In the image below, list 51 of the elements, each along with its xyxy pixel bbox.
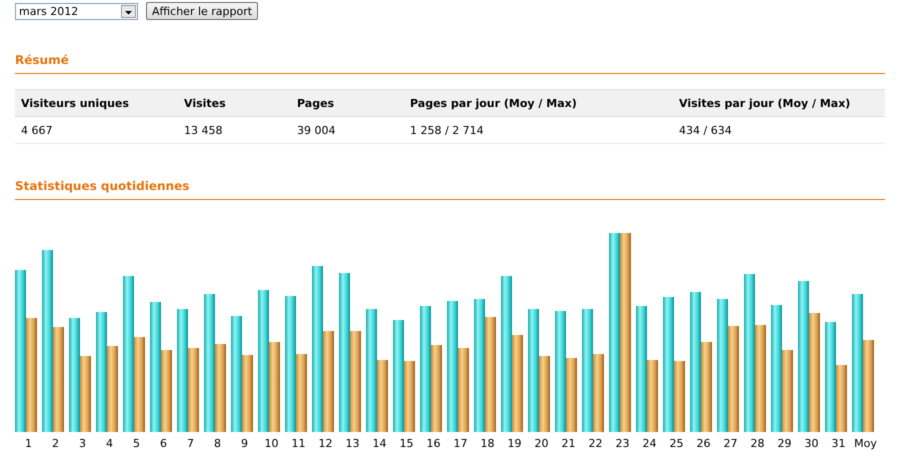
pages-bar (404, 361, 415, 432)
show-report-button[interactable]: Afficher le rapport (146, 2, 258, 20)
axis-label: 12 (318, 437, 334, 450)
axis-label: 19 (506, 437, 522, 450)
column-header: Visites (178, 90, 291, 116)
axis-label: 31 (830, 437, 846, 450)
axis-label: 24 (642, 437, 658, 450)
axis-label: 4 (105, 437, 114, 450)
table-cell: 39 004 (291, 116, 404, 144)
axis-label: 25 (668, 437, 684, 450)
column-header: Pages (291, 90, 404, 116)
axis-label: 7 (186, 437, 195, 450)
axis-label: 26 (696, 437, 712, 450)
pages-bar (674, 361, 685, 432)
axis-label: 23 (614, 437, 630, 450)
axis-label: 6 (159, 437, 168, 450)
column-header: Visiteurs uniques (15, 90, 178, 116)
axis-label: 15 (398, 437, 414, 450)
axis-label: 30 (804, 437, 820, 450)
table-cell: 1 258 / 2 714 (404, 116, 673, 144)
axis-label: 17 (452, 437, 468, 450)
axis-label: 21 (560, 437, 576, 450)
axis-label: 20 (534, 437, 550, 450)
pages-bar (377, 360, 388, 432)
table-cell: 13 458 (178, 116, 291, 144)
section-title: Statistiques quotidiennes (15, 179, 885, 200)
pages-bar (647, 360, 658, 432)
axis-label: 2 (51, 437, 60, 450)
axis-label: 13 (344, 437, 360, 450)
axis-label: 14 (372, 437, 388, 450)
axis-label: 29 (776, 437, 792, 450)
section-title: Résumé (15, 53, 885, 74)
axis-label: 27 (722, 437, 738, 450)
month-select[interactable]: mars 2012 (15, 2, 138, 20)
column-header: Visites par jour (Moy / Max) (673, 90, 885, 116)
axis-label: 1 (24, 437, 33, 450)
table-cell: 4 667 (15, 116, 178, 144)
axis-label: 28 (750, 437, 766, 450)
axis-label: 11 (290, 437, 306, 450)
axis-label: 10 (264, 437, 280, 450)
axis-label: 16 (426, 437, 442, 450)
pages-bar (836, 365, 847, 432)
table-cell: 434 / 634 (673, 116, 885, 144)
axis-label: 5 (132, 437, 141, 450)
axis-label: 3 (78, 437, 87, 450)
axis-label: 9 (240, 437, 249, 450)
axis-label: 8 (213, 437, 222, 450)
column-header: Pages par jour (Moy / Max) (404, 90, 673, 116)
axis-label: 22 (588, 437, 604, 450)
axis-label: Moy (853, 437, 878, 450)
axis-label: 18 (480, 437, 496, 450)
